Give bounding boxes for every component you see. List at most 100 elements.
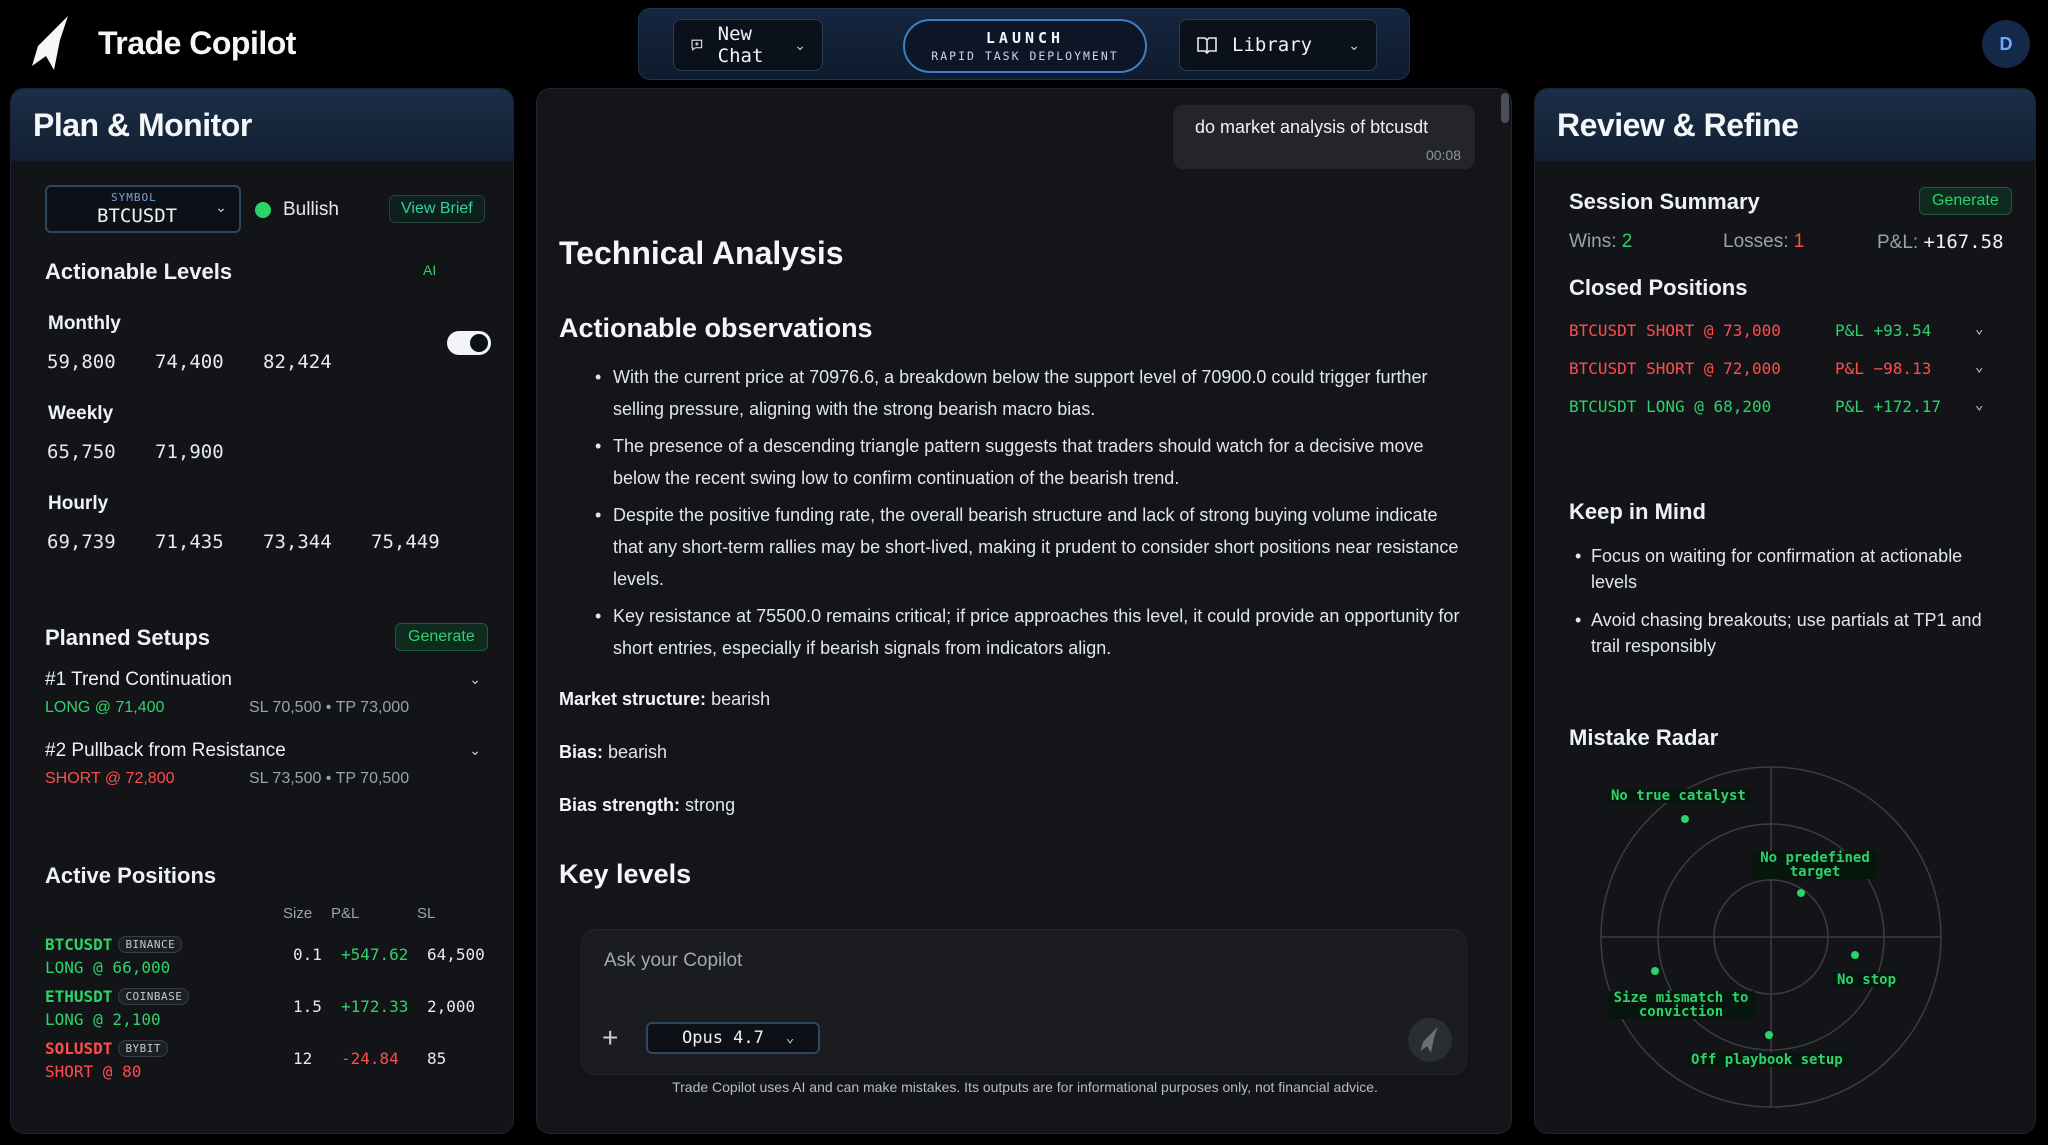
- level-value: 71,900: [155, 441, 224, 463]
- closed-position-row[interactable]: BTCUSDT LONG @ 68,200 P&L +172.17 ⌄: [1569, 397, 1999, 416]
- level-monthly-values: 59,800 74,400 82,424: [47, 351, 371, 373]
- setup-item[interactable]: #2 Pullback from Resistance ⌄ SHORT @ 72…: [45, 740, 481, 788]
- sentiment: Bullish: [255, 199, 339, 221]
- position-pnl: +172.33: [341, 997, 409, 1016]
- panel-title: Plan & Monitor: [33, 106, 252, 143]
- launch-button[interactable]: LAUNCH RAPID TASK DEPLOYMENT: [903, 19, 1147, 73]
- chevron-down-icon: ⌄: [469, 742, 481, 758]
- closed-pnl: P&L +93.54: [1835, 321, 1932, 340]
- chevron-down-icon: ⌄: [1975, 321, 1984, 337]
- list-item: The presence of a descending triangle pa…: [593, 430, 1471, 494]
- symbol-select[interactable]: SYMBOL BTCUSDT ⌄: [45, 185, 241, 233]
- disclaimer: Trade Copilot uses AI and can make mista…: [672, 1079, 1378, 1095]
- position-size: 12: [293, 1049, 313, 1068]
- planned-setups-title: Planned Setups: [45, 625, 211, 650]
- chevron-down-icon: ⌄: [1348, 36, 1360, 53]
- plus-icon[interactable]: +: [602, 1022, 618, 1054]
- ai-toggle[interactable]: [447, 331, 491, 355]
- chat-plus-icon: [691, 39, 703, 51]
- generate-setups-button[interactable]: Generate: [395, 623, 488, 651]
- setup-item[interactable]: #1 Trend Continuation ⌄ LONG @ 71,400 SL…: [45, 669, 481, 717]
- list-item: With the current price at 70976.6, a bre…: [593, 361, 1471, 425]
- radar-label: Size mismatch to conviction: [1607, 991, 1755, 1019]
- app-title: Trade Copilot: [98, 24, 296, 61]
- exchange-badge: BINANCE: [118, 936, 183, 953]
- position-row[interactable]: BTCUSDT BINANCE LONG @ 66,000 0.1 +547.62…: [45, 935, 485, 977]
- list-item: Focus on waiting for confirmation at act…: [1569, 543, 1989, 595]
- closed-positions-title: Closed Positions: [1569, 275, 1748, 300]
- top-bar: Trade Copilot New Chat ⌄ LAUNCH RAPID TA…: [0, 0, 2048, 88]
- generate-summary-button[interactable]: Generate: [1919, 187, 2012, 215]
- kv-value: strong: [685, 795, 736, 815]
- session-summary-title: Session Summary: [1569, 189, 1760, 214]
- model-select[interactable]: Opus 4.7 ⌄: [646, 1022, 820, 1054]
- new-chat-button[interactable]: New Chat ⌄: [673, 19, 823, 71]
- send-button[interactable]: [1408, 1018, 1452, 1062]
- radar-label: Off playbook setup: [1687, 1053, 1847, 1067]
- scrollbar[interactable]: [1501, 93, 1509, 123]
- level-value: 69,739: [47, 531, 116, 553]
- review-refine-panel: Review & Refine Session Summary Generate…: [1534, 88, 2036, 1134]
- setup-title: #1 Trend Continuation: [45, 669, 232, 690]
- keep-in-mind-title: Keep in Mind: [1569, 499, 1706, 524]
- pnl-value: +167.58: [1923, 231, 2004, 253]
- closed-position-row[interactable]: BTCUSDT SHORT @ 73,000 P&L +93.54 ⌄: [1569, 321, 1999, 340]
- level-value: 75,449: [371, 531, 440, 553]
- chevron-down-icon: ⌄: [215, 199, 227, 215]
- level-value: 59,800: [47, 351, 116, 373]
- launch-title: LAUNCH: [985, 29, 1065, 47]
- position-symbol: BTCUSDT: [45, 935, 113, 954]
- composer-input[interactable]: Ask your Copilot: [604, 950, 742, 972]
- position-pnl: +547.62: [341, 945, 409, 964]
- panel-header: Review & Refine: [1535, 89, 2035, 161]
- level-value: 82,424: [263, 351, 332, 373]
- level-value: 73,344: [263, 531, 332, 553]
- brand: Trade Copilot: [32, 16, 296, 70]
- library-button[interactable]: Library ⌄: [1179, 19, 1377, 71]
- mistake-radar-title: Mistake Radar: [1569, 725, 1719, 750]
- mistake-radar: No true catalyst No predefined target No…: [1599, 765, 1943, 1109]
- exchange-badge: BYBIT: [118, 1040, 169, 1057]
- chevron-down-icon: ⌄: [794, 36, 806, 53]
- user-message-text: do market analysis of btcusdt: [1195, 117, 1429, 137]
- wins-value: 2: [1621, 231, 1633, 252]
- position-row[interactable]: SOLUSDT BYBIT SHORT @ 80 12 -24.84 85: [45, 1039, 485, 1081]
- level-value: 65,750: [47, 441, 116, 463]
- position-entry: LONG @ 66,000: [45, 958, 171, 977]
- chevron-down-icon: ⌄: [1975, 359, 1984, 375]
- list-item: Avoid chasing breakouts; use partials at…: [1569, 607, 1989, 659]
- closed-pnl: P&L +172.17: [1835, 397, 1941, 416]
- symbol-value: BTCUSDT: [97, 205, 178, 227]
- rocket-logo-icon: [32, 16, 68, 70]
- position-symbol: ETHUSDT: [45, 987, 113, 1006]
- closed-trade: BTCUSDT SHORT @ 72,000: [1569, 359, 1781, 378]
- position-symbol: SOLUSDT: [45, 1039, 113, 1058]
- level-weekly-values: 65,750 71,900: [47, 441, 263, 463]
- message-time: 00:08: [1425, 147, 1461, 163]
- losses-label: Losses:: [1723, 231, 1789, 252]
- level-hourly-values: 69,739 71,435 73,344 75,449: [47, 531, 479, 553]
- keep-in-mind-list: Focus on waiting for confirmation at act…: [1569, 543, 1989, 671]
- book-icon: [1197, 37, 1217, 55]
- position-row[interactable]: ETHUSDT COINBASE LONG @ 2,100 1.5 +172.33…: [45, 987, 485, 1029]
- position-size: 1.5: [293, 997, 322, 1016]
- toggle-knob: [470, 334, 488, 352]
- kv-label: Bias:: [559, 742, 604, 762]
- position-entry: SHORT @ 80: [45, 1062, 142, 1081]
- setup-entry: LONG @ 71,400: [45, 699, 165, 716]
- kv-value: bearish: [711, 689, 771, 709]
- view-brief-button[interactable]: View Brief: [389, 195, 485, 223]
- position-sl: 64,500: [427, 945, 485, 964]
- plan-monitor-panel: Plan & Monitor SYMBOL BTCUSDT ⌄ Bullish …: [10, 88, 514, 1134]
- session-stats: Wins: 2 Losses: 1 P&L: +167.58: [1569, 231, 2005, 253]
- wins-label: Wins:: [1569, 231, 1617, 252]
- pnl-label: P&L:: [1877, 232, 1919, 253]
- active-positions-title: Active Positions: [45, 863, 217, 888]
- list-item: Key resistance at 75500.0 remains critic…: [593, 600, 1471, 664]
- radar-label: No true catalyst: [1607, 789, 1750, 803]
- radar-point: [1765, 1031, 1773, 1039]
- closed-position-row[interactable]: BTCUSDT SHORT @ 72,000 P&L −98.13 ⌄: [1569, 359, 1999, 378]
- radar-point: [1651, 967, 1659, 975]
- user-message: do market analysis of btcusdt 00:08: [1173, 105, 1475, 169]
- user-avatar[interactable]: D: [1982, 20, 2030, 68]
